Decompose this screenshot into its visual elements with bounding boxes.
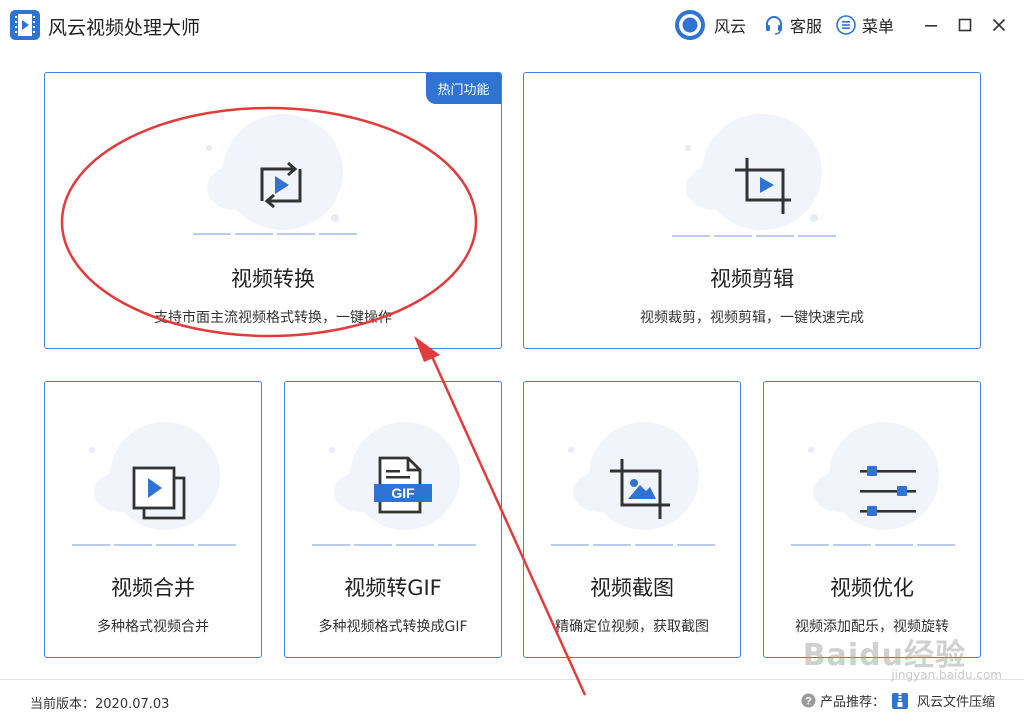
video-convert-card[interactable]: 视频转换 支持市面主流视频格式转换，一键操作 热门功能	[44, 72, 502, 349]
card-title: 视频转换	[231, 267, 315, 291]
list-menu-icon	[836, 15, 856, 35]
convert-play-icon	[260, 161, 302, 209]
svg-text:?: ?	[805, 696, 812, 708]
product-recommend: ? 产品推荐： 风云文件压缩	[801, 691, 995, 710]
card-title: 视频转GIF	[344, 576, 442, 600]
crop-play-icon	[735, 158, 791, 214]
sliders-icon	[860, 466, 916, 516]
video-edit-card[interactable]: 视频剪辑 视频裁剪，视频剪辑，一键快速完成	[523, 72, 981, 349]
decorative-dash-line	[193, 233, 358, 235]
close-icon	[992, 18, 1006, 32]
version-label: 当前版本：	[30, 697, 96, 712]
circle-logo-icon	[674, 10, 705, 40]
version-value: 2020.07.03	[95, 697, 170, 712]
card-title: 视频合并	[111, 576, 195, 600]
gif-file-icon: GIF	[374, 456, 432, 514]
decorative-dash-line	[72, 544, 237, 546]
crop-image-icon	[610, 459, 670, 519]
title-bar: 风云视频处理大师 风云 客服 菜单	[0, 0, 1024, 50]
menu-label: 菜单	[861, 17, 894, 36]
headset-icon	[765, 16, 782, 35]
brand-button[interactable]: 风云	[674, 0, 746, 50]
video-screenshot-card[interactable]: 视频截图 精确定位视频，获取截图	[523, 381, 741, 658]
card-title: 视频剪辑	[710, 267, 794, 291]
maximize-button[interactable]	[948, 0, 982, 50]
question-circle-icon[interactable]: ?	[801, 693, 816, 708]
video-merge-card[interactable]: 视频合并 多种格式视频合并	[44, 381, 262, 658]
app-title: 风云视频处理大师	[48, 17, 201, 39]
recommend-label: 产品推荐：	[819, 695, 885, 710]
menu-button[interactable]: 菜单	[836, 0, 894, 50]
titlebar-actions: 风云 客服 菜单	[674, 0, 1024, 50]
footer-divider	[0, 679, 1024, 680]
app-window: 风云视频处理大师 风云 客服 菜单 视频转换 支持市面主流视频格式转换，一键操作…	[0, 0, 1024, 720]
card-description: 支持市面主流视频格式转换，一键操作	[154, 310, 392, 326]
card-description: 多种视频格式转换成GIF	[318, 619, 468, 635]
watermark-url: jingyan.baidu.com	[891, 668, 1002, 682]
decorative-dash-line	[672, 235, 837, 237]
close-button[interactable]	[982, 0, 1016, 50]
card-title: 视频截图	[590, 576, 674, 600]
card-description: 视频裁剪，视频剪辑，一键快速完成	[640, 310, 864, 326]
zip-file-icon	[891, 692, 908, 709]
minimize-icon	[925, 25, 937, 27]
decorative-dash-line	[791, 544, 956, 546]
card-description: 精确定位视频，获取截图	[555, 619, 709, 635]
card-title: 视频优化	[830, 576, 914, 600]
service-label: 客服	[789, 17, 822, 36]
hot-feature-badge: 热门功能	[426, 73, 501, 104]
stacked-play-icon	[132, 466, 186, 520]
video-optimize-card[interactable]: 视频优化 视频添加配乐，视频旋转	[763, 381, 981, 658]
brand-label: 风云	[713, 17, 746, 36]
film-play-icon	[10, 10, 40, 40]
minimize-button[interactable]	[914, 0, 948, 50]
card-description: 多种格式视频合并	[97, 619, 209, 635]
maximize-icon	[958, 18, 972, 32]
svg-text:GIF: GIF	[391, 485, 415, 501]
video-to-gif-card[interactable]: GIF 视频转GIF 多种视频格式转换成GIF	[284, 381, 502, 658]
decorative-dash-line	[551, 544, 716, 546]
version-info: 当前版本：2020.07.03	[30, 693, 169, 712]
decorative-dash-line	[312, 544, 477, 546]
recommend-product-link[interactable]: 风云文件压缩	[917, 691, 995, 710]
service-button[interactable]: 客服	[764, 0, 822, 50]
